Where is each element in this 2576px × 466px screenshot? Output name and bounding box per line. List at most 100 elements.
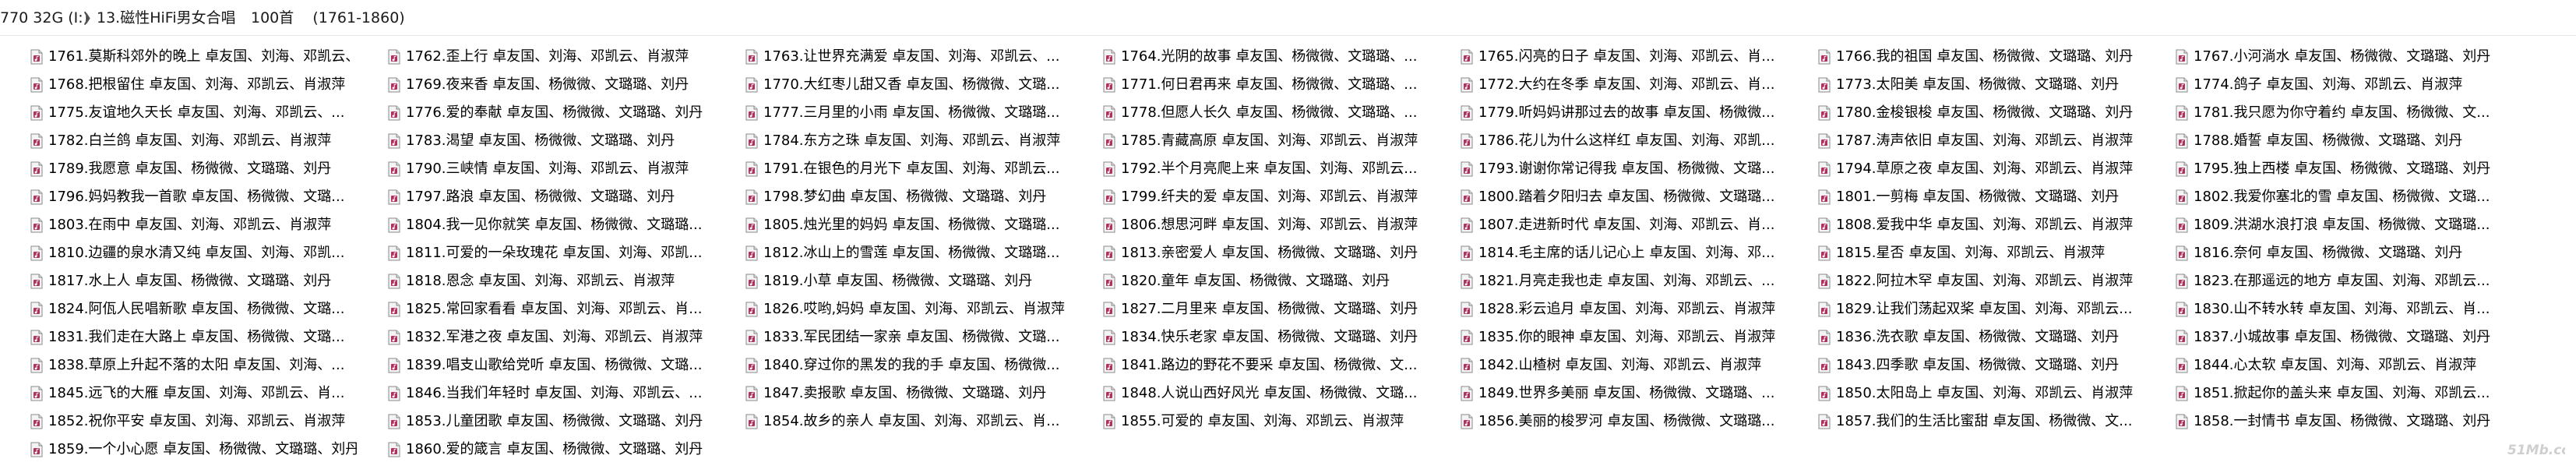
file-item[interactable]: 1772.大约在冬季 卓友国、刘海、邓凯云、肖...	[1430, 73, 1787, 97]
file-item[interactable]: 1799.纤夫的爱 卓友国、刘海、邓凯云、肖淑萍	[1073, 185, 1429, 209]
file-item[interactable]: 1837.小城故事 卓友国、杨微微、文璐璐、刘丹	[2145, 326, 2502, 349]
file-item[interactable]: 1804.我一见你就笑 卓友国、杨微微、文璐璐...	[358, 214, 714, 237]
file-item[interactable]: 1821.月亮走我也走 卓友国、刘海、邓凯云、...	[1430, 270, 1787, 293]
file-item[interactable]: 1848.人说山西好风光 卓友国、杨微微、文璐...	[1073, 382, 1429, 405]
file-item[interactable]: 1857.我们的生活比蜜甜 卓友国、杨微微、文...	[1788, 410, 2144, 433]
file-item[interactable]: 1790.三峡情 卓友国、刘海、邓凯云、肖淑萍	[358, 157, 714, 181]
file-item[interactable]: 1852.祝你平安 卓友国、刘海、邓凯云、肖淑萍	[0, 410, 357, 433]
file-item[interactable]: 1814.毛主席的话儿记心上 卓友国、刘海、邓...	[1430, 242, 1787, 265]
breadcrumb-chevron-icon[interactable]: ❯	[83, 8, 92, 28]
file-item[interactable]: 1855.可爱的 卓友国、刘海、邓凯云、肖淑萍	[1073, 410, 1429, 433]
file-item[interactable]: 1851.掀起你的盖头来 卓友国、刘海、邓凯云...	[2145, 382, 2502, 405]
breadcrumb-folder[interactable]: 13.磁性HiFi男女合唱	[97, 8, 236, 28]
file-item[interactable]: 1787.涛声依旧 卓友国、刘海、邓凯云、肖淑萍	[1788, 129, 2144, 153]
file-item[interactable]: 1834.快乐老家 卓友国、杨微微、文璐璐、刘丹	[1073, 326, 1429, 349]
file-item[interactable]: 1784.东方之珠 卓友国、刘海、邓凯云、肖淑萍	[715, 129, 1072, 153]
file-item[interactable]: 1828.彩云追月 卓友国、刘海、邓凯云、肖淑萍	[1430, 298, 1787, 321]
file-item[interactable]: 1853.儿童团歌 卓友国、杨微微、文璐璐、刘丹	[358, 410, 714, 433]
file-item[interactable]: 1822.阿拉木罕 卓友国、刘海、邓凯云、肖淑萍	[1788, 270, 2144, 293]
file-item[interactable]: 1769.夜来香 卓友国、杨微微、文璐璐、刘丹	[358, 73, 714, 97]
file-item[interactable]: 1786.花儿为什么这样红 卓友国、刘海、邓凯...	[1430, 129, 1787, 153]
file-item[interactable]: 1850.太阳岛上 卓友国、刘海、邓凯云、肖淑萍	[1788, 382, 2144, 405]
file-item[interactable]: 1783.渴望 卓友国、杨微微、文璐璐、刘丹	[358, 129, 714, 153]
file-item[interactable]: 1830.山不转水转 卓友国、刘海、邓凯云、肖...	[2145, 298, 2502, 321]
file-item[interactable]: 1791.在银色的月光下 卓友国、刘海、邓凯云...	[715, 157, 1072, 181]
file-item[interactable]: 1826.哎哟,妈妈 卓友国、刘海、邓凯云、肖淑萍	[715, 298, 1072, 321]
file-item[interactable]: 1836.洗衣歌 卓友国、杨微微、文璐璐、刘丹	[1788, 326, 2144, 349]
file-item[interactable]: 1849.世界多美丽 卓友国、杨微微、文璐璐、...	[1430, 382, 1787, 405]
file-item[interactable]: 1806.想思河畔 卓友国、刘海、邓凯云、肖淑萍	[1073, 214, 1429, 237]
file-item[interactable]: 1819.小草 卓友国、杨微微、文璐璐、刘丹	[715, 270, 1072, 293]
breadcrumb-drive[interactable]: 770 32G (I:)	[0, 8, 89, 28]
file-item[interactable]: 1800.踏着夕阳归去 卓友国、杨微微、文璐璐...	[1430, 185, 1787, 209]
file-item[interactable]: 1810.边疆的泉水清又纯 卓友国、刘海、邓凯...	[0, 242, 357, 265]
file-item[interactable]: 1761.莫斯科郊外的晚上 卓友国、刘海、邓凯云、...	[0, 45, 357, 69]
file-item[interactable]: 1775.友谊地久天长 卓友国、刘海、邓凯云、...	[0, 101, 357, 125]
file-item[interactable]: 1768.把根留住 卓友国、刘海、邓凯云、肖淑萍	[0, 73, 357, 97]
file-item[interactable]: 1764.光阴的故事 卓友国、杨微微、文璐璐、...	[1073, 45, 1429, 69]
file-item[interactable]: 1805.烛光里的妈妈 卓友国、杨微微、文璐璐...	[715, 214, 1072, 237]
file-item[interactable]: 1845.远飞的大雁 卓友国、刘海、邓凯云、肖...	[0, 382, 357, 405]
file-item[interactable]: 1812.冰山上的雪莲 卓友国、杨微微、文璐璐...	[715, 242, 1072, 265]
file-item[interactable]: 1771.何日君再来 卓友国、杨微微、文璐璐、...	[1073, 73, 1429, 97]
file-item[interactable]: 1841.路边的野花不要采 卓友国、杨微微、文...	[1073, 354, 1429, 377]
file-item[interactable]: 1856.美丽的梭罗河 卓友国、杨微微、文璐璐...	[1430, 410, 1787, 433]
file-item[interactable]: 1779.听妈妈讲那过去的故事 卓友国、杨微微...	[1430, 101, 1787, 125]
file-item[interactable]: 1774.鸽子 卓友国、刘海、邓凯云、肖淑萍	[2145, 73, 2502, 97]
file-item[interactable]: 1843.四季歌 卓友国、杨微微、文璐璐、刘丹	[1788, 354, 2144, 377]
file-item[interactable]: 1809.洪湖水浪打浪 卓友国、杨微微、文璐璐...	[2145, 214, 2502, 237]
file-item[interactable]: 1824.阿佤人民唱新歌 卓友国、杨微微、文璐...	[0, 298, 357, 321]
file-item[interactable]: 1844.心太软 卓友国、刘海、邓凯云、肖淑萍	[2145, 354, 2502, 377]
file-item[interactable]: 1794.草原之夜 卓友国、刘海、邓凯云、肖淑萍	[1788, 157, 2144, 181]
file-item[interactable]: 1815.星否 卓友国、刘海、邓凯云、肖淑萍	[1788, 242, 2144, 265]
file-item[interactable]: 1781.我只愿为你守着约 卓友国、杨微微、文...	[2145, 101, 2502, 125]
file-item[interactable]: 1818.恩念 卓友国、刘海、邓凯云、肖淑萍	[358, 270, 714, 293]
file-item[interactable]: 1767.小河淌水 卓友国、杨微微、文璐璐、刘丹	[2145, 45, 2502, 69]
file-item[interactable]: 1825.常回家看看 卓友国、刘海、邓凯云、肖...	[358, 298, 714, 321]
file-item[interactable]: 1858.一封情书 卓友国、杨微微、文璐璐、刘丹	[2145, 410, 2502, 433]
file-item[interactable]: 1835.你的眼神 卓友国、刘海、邓凯云、肖淑萍	[1430, 326, 1787, 349]
file-item[interactable]: 1860.爱的箴言 卓友国、杨微微、文璐璐、刘丹	[358, 438, 714, 461]
address-bar[interactable]: 770 32G (I:) ❯ 13.磁性HiFi男女合唱 100首 (1761-…	[0, 0, 2576, 36]
file-item[interactable]: 1817.水上人 卓友国、杨微微、文璐璐、刘丹	[0, 270, 357, 293]
file-item[interactable]: 1765.闪亮的日子 卓友国、刘海、邓凯云、肖...	[1430, 45, 1787, 69]
file-item[interactable]: 1833.军民团结一家亲 卓友国、杨微微、文璐...	[715, 326, 1072, 349]
file-item[interactable]: 1823.在那遥远的地方 卓友国、刘海、邓凯云...	[2145, 270, 2502, 293]
file-item[interactable]: 1778.但愿人长久 卓友国、杨微微、文璐璐、...	[1073, 101, 1429, 125]
file-item[interactable]: 1763.让世界充满爱 卓友国、刘海、邓凯云、...	[715, 45, 1072, 69]
file-item[interactable]: 1816.奈何 卓友国、杨微微、文璐璐、刘丹	[2145, 242, 2502, 265]
file-item[interactable]: 1808.爱我中华 卓友国、刘海、邓凯云、肖淑萍	[1788, 214, 2144, 237]
file-item[interactable]: 1827.二月里来 卓友国、杨微微、文璐璐、刘丹	[1073, 298, 1429, 321]
file-item[interactable]: 1785.青藏高原 卓友国、刘海、邓凯云、肖淑萍	[1073, 129, 1429, 153]
file-item[interactable]: 1782.白兰鸽 卓友国、刘海、邓凯云、肖淑萍	[0, 129, 357, 153]
file-item[interactable]: 1766.我的祖国 卓友国、杨微微、文璐璐、刘丹	[1788, 45, 2144, 69]
file-item[interactable]: 1780.金梭银梭 卓友国、杨微微、文璐璐、刘丹	[1788, 101, 2144, 125]
file-item[interactable]: 1859.一个小心愿 卓友国、杨微微、文璐璐、刘丹	[0, 438, 357, 461]
file-item[interactable]: 1846.当我们年轻时 卓友国、刘海、邓凯云、...	[358, 382, 714, 405]
file-item[interactable]: 1803.在雨中 卓友国、刘海、邓凯云、肖淑萍	[0, 214, 357, 237]
file-item[interactable]: 1801.一剪梅 卓友国、杨微微、文璐璐、刘丹	[1788, 185, 2144, 209]
file-item[interactable]: 1792.半个月亮爬上来 卓友国、刘海、邓凯云...	[1073, 157, 1429, 181]
file-item[interactable]: 1793.谢谢你常记得我 卓友国、杨微微、文璐...	[1430, 157, 1787, 181]
file-item[interactable]: 1829.让我们荡起双桨 卓友国、刘海、邓凯云...	[1788, 298, 2144, 321]
file-item[interactable]: 1847.卖报歌 卓友国、杨微微、文璐璐、刘丹	[715, 382, 1072, 405]
file-item[interactable]: 1770.大红枣儿甜又香 卓友国、杨微微、文璐...	[715, 73, 1072, 97]
file-item[interactable]: 1773.太阳美 卓友国、杨微微、文璐璐、刘丹	[1788, 73, 2144, 97]
file-item[interactable]: 1797.路浪 卓友国、杨微微、文璐璐、刘丹	[358, 185, 714, 209]
file-item[interactable]: 1802.我爱你塞北的雪 卓友国、杨微微、文璐...	[2145, 185, 2502, 209]
file-item[interactable]: 1831.我们走在大路上 卓友国、杨微微、文璐...	[0, 326, 357, 349]
file-item[interactable]: 1796.妈妈教我一首歌 卓友国、杨微微、文璐...	[0, 185, 357, 209]
file-item[interactable]: 1777.三月里的小雨 卓友国、杨微微、文璐璐...	[715, 101, 1072, 125]
file-item[interactable]: 1811.可爱的一朵玫瑰花 卓友国、刘海、邓凯...	[358, 242, 714, 265]
file-item[interactable]: 1813.亲密爱人 卓友国、杨微微、文璐璐、刘丹	[1073, 242, 1429, 265]
file-item[interactable]: 1807.走进新时代 卓友国、刘海、邓凯云、肖...	[1430, 214, 1787, 237]
file-item[interactable]: 1842.山楂树 卓友国、刘海、邓凯云、肖淑萍	[1430, 354, 1787, 377]
file-item[interactable]: 1789.我愿意 卓友国、杨微微、文璐璐、刘丹	[0, 157, 357, 181]
file-item[interactable]: 1798.梦幻曲 卓友国、杨微微、文璐璐、刘丹	[715, 185, 1072, 209]
file-item[interactable]: 1854.故乡的亲人 卓友国、刘海、邓凯云、肖...	[715, 410, 1072, 433]
file-item[interactable]: 1776.爱的奉献 卓友国、杨微微、文璐璐、刘丹	[358, 101, 714, 125]
file-item[interactable]: 1762.歪上行 卓友国、刘海、邓凯云、肖淑萍	[358, 45, 714, 69]
file-item[interactable]: 1838.草原上升起不落的太阳 卓友国、刘海、...	[0, 354, 357, 377]
file-item[interactable]: 1839.唱支山歌给党听 卓友国、杨微微、文璐...	[358, 354, 714, 377]
file-item[interactable]: 1840.穿过你的黑发的我的手 卓友国、杨微微...	[715, 354, 1072, 377]
